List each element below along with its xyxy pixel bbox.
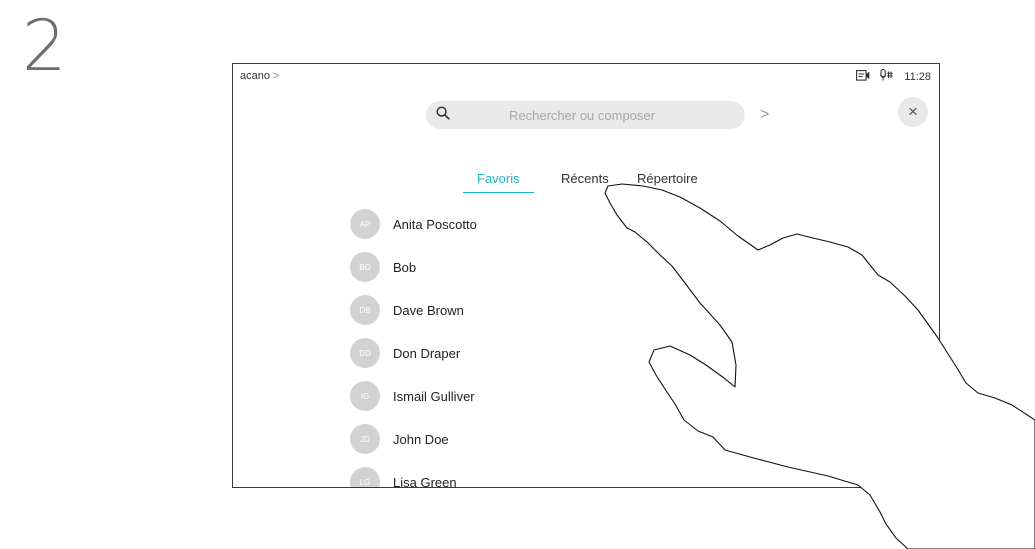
close-icon: × — [908, 102, 918, 121]
search-icon — [436, 105, 450, 125]
list-item[interactable]: LG Lisa Green — [350, 467, 457, 488]
device-name: acano — [240, 70, 270, 82]
contact-name: Dave Brown — [393, 302, 464, 318]
clock: 11:28 — [904, 70, 931, 83]
list-item[interactable]: DB Dave Brown — [350, 295, 464, 325]
tab-bar: Favoris Récents Répertoire — [233, 171, 939, 195]
list-item[interactable]: BO Bob — [350, 252, 416, 282]
search-bar[interactable] — [426, 101, 745, 129]
mic-icon[interactable] — [880, 69, 894, 84]
avatar: AP — [350, 209, 380, 239]
status-bar: 11:28 — [856, 69, 931, 84]
tab-repertoire[interactable]: Répertoire — [637, 171, 698, 192]
contact-name: Don Draper — [393, 345, 461, 361]
avatar: DB — [350, 295, 380, 325]
contact-name: John Doe — [393, 431, 449, 447]
contact-name: Bob — [393, 259, 417, 275]
contact-name: Anita Poscotto — [393, 216, 477, 232]
avatar: DD — [350, 338, 380, 368]
list-item[interactable]: IG Ismail Gulliver — [350, 381, 475, 411]
step-number: 2 — [22, 5, 67, 87]
device-label[interactable]: acano > — [240, 70, 279, 82]
camera-icon[interactable] — [856, 69, 870, 84]
avatar: JD — [350, 424, 380, 454]
chevron-right-icon: > — [272, 70, 280, 82]
tab-favoris[interactable]: Favoris — [463, 171, 534, 193]
avatar: IG — [350, 381, 380, 411]
touch-panel-screen: acano > 11:28 Rechercher ou composer > ×… — [232, 63, 940, 488]
list-item[interactable]: AP Anita Poscotto — [350, 209, 477, 239]
list-item[interactable]: JD John Doe — [350, 424, 449, 454]
avatar: LG — [350, 467, 380, 487]
list-item[interactable]: DD Don Draper — [350, 338, 460, 368]
avatar: BO — [350, 252, 380, 282]
search-input[interactable] — [450, 106, 714, 124]
contact-name: Lisa Green — [393, 474, 457, 488]
contact-name: Ismail Gulliver — [393, 388, 475, 404]
tab-recents[interactable]: Récents — [561, 171, 609, 192]
chevron-right-icon[interactable]: > — [760, 106, 769, 124]
close-button[interactable]: × — [898, 97, 928, 127]
